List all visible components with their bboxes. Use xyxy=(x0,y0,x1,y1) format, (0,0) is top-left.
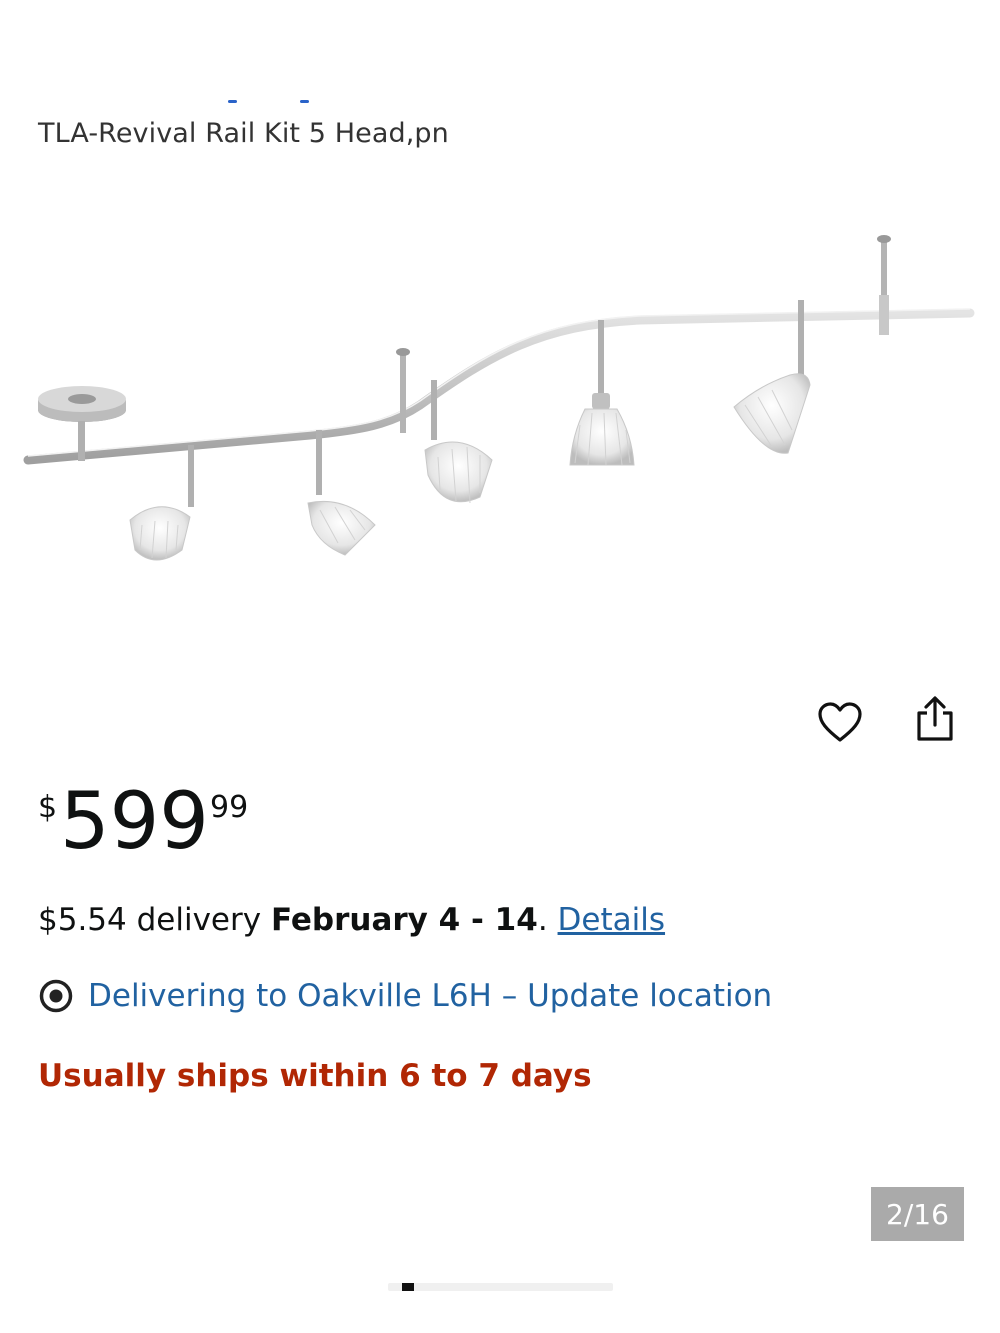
delivery-dates: February 4 - 14 xyxy=(270,902,538,938)
track-head-4 xyxy=(569,320,635,466)
price-currency-symbol: $ xyxy=(38,790,58,825)
track-head-1 xyxy=(129,445,194,561)
product-title: TLA-Revival Rail Kit 5 Head,pn xyxy=(38,118,449,149)
rail-track xyxy=(23,308,975,465)
delivery-details-link[interactable]: Details xyxy=(558,902,665,938)
heart-icon xyxy=(818,702,862,742)
gallery-scrollbar-thumb[interactable] xyxy=(402,1283,414,1291)
track-head-5 xyxy=(733,300,811,454)
gallery-scrollbar[interactable] xyxy=(388,1283,613,1291)
share-button[interactable] xyxy=(910,693,960,743)
delivery-info: $5.54 delivery February 4 - 14. Details xyxy=(38,902,665,938)
price-whole: 599 xyxy=(60,777,209,867)
update-location-link[interactable]: Delivering to Oakville L6H – Update loca… xyxy=(88,978,772,1014)
delivery-location[interactable]: Delivering to Oakville L6H – Update loca… xyxy=(38,978,772,1014)
location-pin-icon xyxy=(39,979,73,1013)
image-counter: 2/16 xyxy=(871,1187,964,1241)
delivery-cost: $5.54 delivery xyxy=(38,902,271,938)
standoff-supports xyxy=(396,235,891,433)
track-head-2 xyxy=(307,430,376,556)
availability-status: Usually ships within 6 to 7 days xyxy=(38,1058,592,1094)
truncated-link-fragment xyxy=(228,98,328,106)
wishlist-button[interactable] xyxy=(815,697,865,747)
product-image[interactable] xyxy=(20,225,980,585)
track-head-3 xyxy=(424,380,493,504)
delivery-separator: . xyxy=(537,902,558,938)
price-fraction: 99 xyxy=(210,790,249,825)
share-icon xyxy=(917,696,953,741)
